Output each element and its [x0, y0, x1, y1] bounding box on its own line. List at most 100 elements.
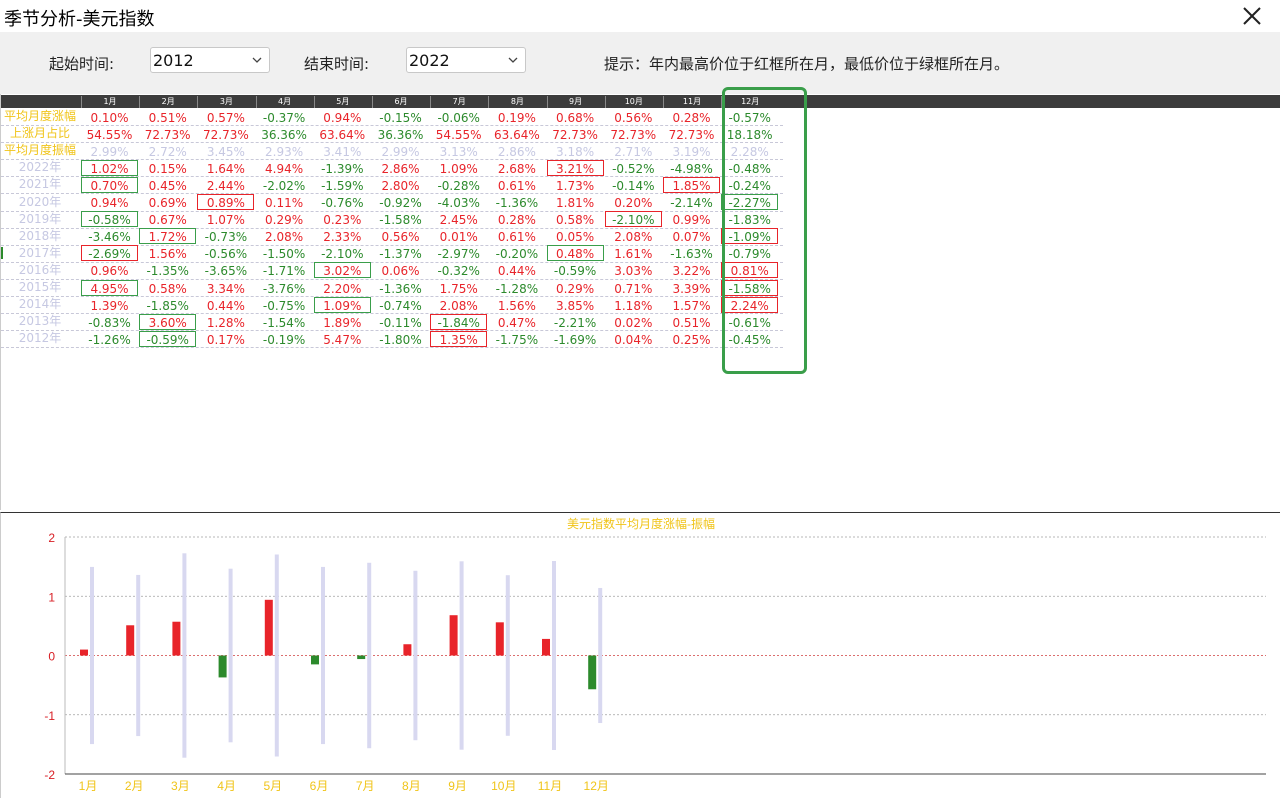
- column-header[interactable]: 6月: [372, 96, 429, 108]
- table-cell: 2.86%: [497, 144, 536, 159]
- table-cell: 0.96%: [90, 264, 129, 279]
- table-cell: -3.46%: [88, 230, 131, 245]
- y-tick-label: 2: [48, 531, 55, 545]
- table-cell: 0.58%: [556, 213, 595, 228]
- x-tick-label: 8月: [402, 779, 421, 793]
- table-cell: 1.81%: [556, 196, 595, 210]
- row-label: 平均月度振幅: [3, 143, 76, 158]
- row-marker: [1, 247, 3, 259]
- table-cell: -0.58%: [81, 211, 138, 228]
- table-cell: 3.60%: [139, 313, 197, 330]
- table-cell: 63.64%: [494, 127, 540, 142]
- row-label: 上涨月占比: [9, 126, 70, 141]
- table-cell: 3.21%: [546, 159, 604, 176]
- table-cell: 1.56%: [148, 247, 187, 262]
- amplitude-bar: [459, 561, 464, 750]
- table-cell: -0.06%: [437, 110, 480, 125]
- end-year-select[interactable]: 2022: [406, 47, 526, 73]
- column-header[interactable]: 5月: [313, 96, 371, 108]
- table-cell: -2.14%: [670, 196, 713, 210]
- change-bar: [403, 644, 412, 656]
- table-cell: 0.61%: [497, 178, 536, 193]
- column-header[interactable]: 3月: [197, 96, 254, 108]
- amplitude-bar: [182, 553, 187, 758]
- change-bar: [218, 655, 227, 678]
- table-cell: -1.63%: [670, 247, 713, 262]
- table-cell: 0.61%: [497, 230, 536, 245]
- table-cell: -1.39%: [321, 161, 364, 176]
- table-cell: 0.70%: [81, 176, 138, 193]
- table-header: 1月 2月 3月 4月 5月 6月 7月 8月 9月 10月 11月 12月: [1, 95, 1280, 108]
- table-cell: -0.56%: [204, 247, 248, 262]
- table-cell: 0.94%: [323, 110, 362, 125]
- table-cell: 3.22%: [672, 264, 711, 279]
- table-cell: 0.71%: [614, 281, 653, 296]
- column-header[interactable]: 1月: [81, 96, 138, 108]
- table-cell: -0.59%: [553, 264, 597, 279]
- table-cell: 0.69%: [148, 196, 187, 210]
- table-cell: 0.05%: [556, 230, 595, 245]
- table-cell: -0.75%: [262, 298, 306, 313]
- table-cell: 0.56%: [614, 110, 653, 125]
- change-bar: [126, 625, 135, 656]
- column-header[interactable]: 10月: [604, 96, 662, 108]
- table-cell: 2.93%: [265, 144, 304, 159]
- table-cell: 54.55%: [435, 127, 482, 142]
- row-label: 2016年: [18, 262, 62, 277]
- y-tick-label: -2: [44, 768, 55, 782]
- table-cell: 0.47%: [497, 315, 536, 330]
- table-cell: 0.57%: [206, 110, 245, 125]
- table-cell: 3.34%: [206, 281, 245, 296]
- x-tick-label: 11月: [538, 779, 562, 793]
- table-cell: 2.44%: [206, 178, 245, 193]
- table-cell: -2.10%: [604, 211, 662, 228]
- table-cell: -4.98%: [670, 161, 713, 176]
- table-cell: -1.84%: [430, 313, 488, 330]
- column-header[interactable]: 8月: [488, 96, 545, 108]
- seasonal-table: 1月 2月 3月 4月 5月 6月 7月 8月 9月 10月 11月 12月 平均月度涨幅 0.10% 0…: [0, 87, 1280, 510]
- end-year-value: 2022: [409, 51, 450, 70]
- change-bar: [311, 655, 319, 665]
- table-cell: 54.55%: [86, 127, 133, 142]
- x-tick-label: 5月: [263, 779, 282, 793]
- column-header[interactable]: 7月: [430, 96, 487, 108]
- table-cell: 0.67%: [148, 213, 187, 228]
- row-label: 2020年: [18, 194, 62, 209]
- x-tick-label: 10月: [491, 779, 516, 793]
- chevron-down-icon: [508, 57, 518, 63]
- column-header[interactable]: 4月: [255, 96, 313, 108]
- toolbar: 起始时间: 2012 结束时间: 2022 提示：年内最高价位于红框所在月，最低…: [0, 32, 1280, 94]
- table-cell: 3.85%: [556, 298, 595, 313]
- table-cell: 1.35%: [430, 330, 488, 347]
- start-year-select[interactable]: 2012: [150, 47, 270, 73]
- amplitude-bar: [228, 568, 233, 743]
- x-tick-label: 12月: [584, 779, 609, 793]
- column-header[interactable]: 9月: [546, 96, 604, 108]
- table-cell: 2.68%: [497, 161, 536, 176]
- monthly-change-amplitude-chart: 美元指数平均月度涨幅-振幅 2 1 0 -1 -2 1月 2月 3月 4月 5月 6月 7月 8月 9月 10…: [44, 516, 1266, 793]
- column-header[interactable]: 2月: [139, 96, 196, 108]
- row-label: 2012年: [18, 331, 62, 346]
- y-tick-label: 1: [48, 590, 55, 604]
- table-cell: -1.80%: [379, 332, 422, 347]
- table-cell: -0.19%: [262, 332, 306, 347]
- x-tick-label: 9月: [448, 779, 467, 793]
- table-cell: 72.73%: [203, 127, 249, 142]
- table-cell: -0.76%: [321, 196, 364, 210]
- table-cell: -1.75%: [495, 332, 539, 347]
- table-cell: -2.69%: [81, 245, 138, 262]
- column-header[interactable]: 11月: [663, 96, 720, 108]
- table-cell: -1.28%: [495, 281, 539, 296]
- table-cell: 0.20%: [614, 196, 653, 210]
- table-cell: 0.17%: [206, 332, 245, 347]
- table-cell: -0.74%: [379, 298, 422, 313]
- amplitude-bar: [505, 575, 510, 736]
- table-cell: 72.73%: [552, 127, 598, 142]
- row-label: 平均月度涨幅: [3, 109, 76, 123]
- table-cell: -1.58%: [379, 213, 422, 228]
- table-cell: -1.36%: [379, 281, 422, 296]
- table-cell: 36.36%: [261, 127, 307, 142]
- close-icon[interactable]: [1238, 2, 1266, 30]
- table-cell: -1.35%: [146, 264, 189, 279]
- table-cell: -1.71%: [262, 264, 306, 279]
